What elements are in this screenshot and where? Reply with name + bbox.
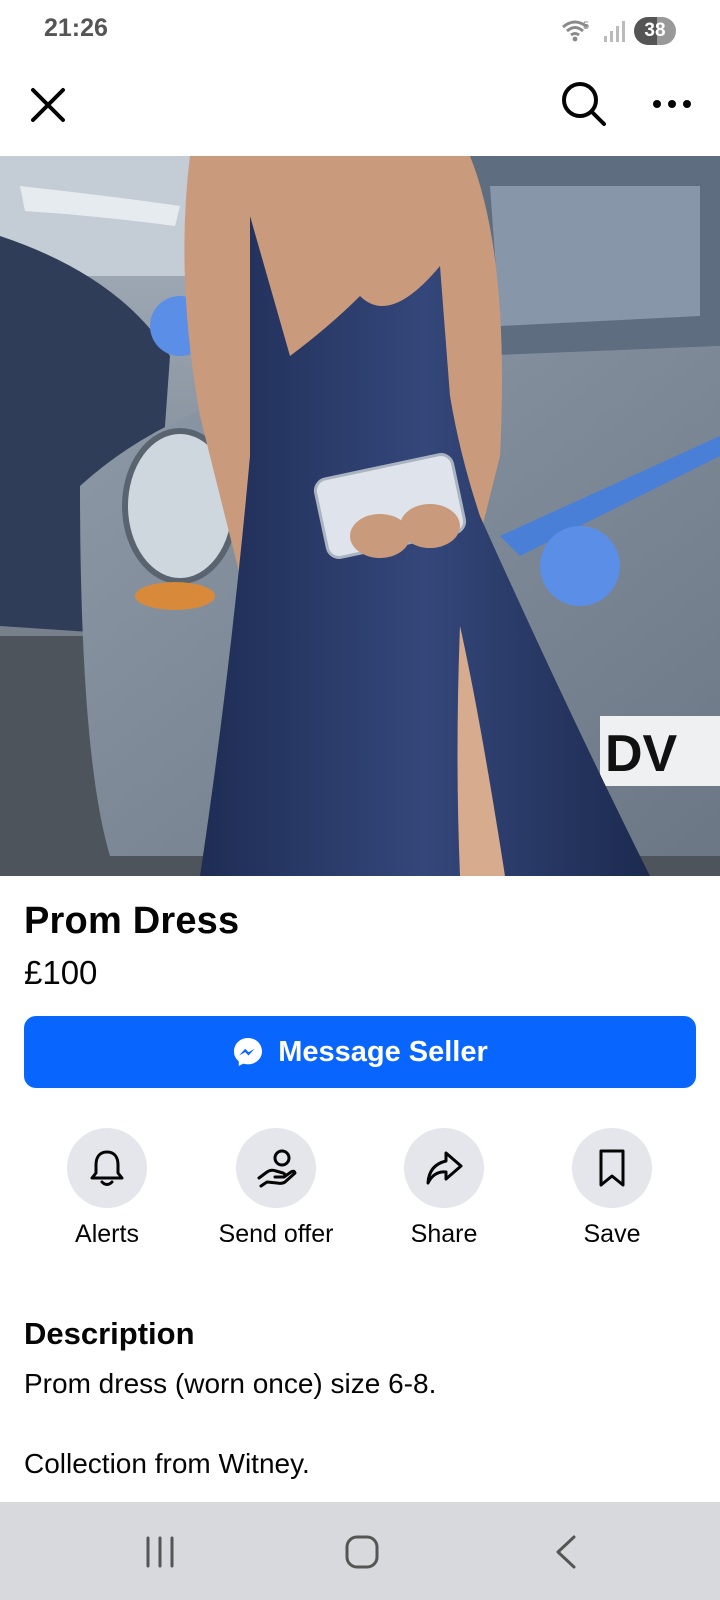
wifi-badge: 5 bbox=[583, 20, 589, 32]
status-bar: 21:26 5 38 bbox=[0, 0, 720, 62]
close-icon bbox=[31, 88, 65, 122]
back-icon bbox=[556, 1535, 576, 1569]
status-time: 21:26 bbox=[44, 14, 108, 42]
share-label: Share bbox=[410, 1220, 478, 1248]
close-button[interactable] bbox=[16, 73, 80, 137]
listing-title: Prom Dress bbox=[24, 900, 240, 942]
message-seller-label: Message Seller bbox=[278, 1035, 488, 1068]
search-icon bbox=[562, 82, 606, 126]
more-horizontal-icon bbox=[653, 100, 691, 108]
save-circle bbox=[572, 1128, 652, 1208]
share-arrow-icon bbox=[426, 1151, 463, 1185]
top-nav bbox=[0, 62, 720, 156]
listing-photo-illustration: DV bbox=[0, 156, 720, 876]
search-button[interactable] bbox=[552, 72, 616, 136]
wifi-icon: 5 bbox=[562, 20, 589, 42]
status-icons: 5 38 bbox=[560, 15, 676, 47]
share-circle bbox=[404, 1128, 484, 1208]
send-offer-button[interactable]: Send offer bbox=[192, 1128, 360, 1249]
battery-indicator: 38 bbox=[634, 17, 676, 45]
alerts-button[interactable]: Alerts bbox=[23, 1128, 191, 1249]
hand-offer-icon bbox=[257, 1149, 297, 1188]
signal-icon bbox=[604, 21, 625, 42]
recents-icon bbox=[146, 1536, 174, 1568]
system-nav-bar bbox=[0, 1502, 720, 1600]
messenger-icon bbox=[234, 1038, 263, 1066]
send-offer-circle bbox=[236, 1128, 316, 1208]
send-offer-label: Send offer bbox=[218, 1220, 334, 1248]
more-options-button[interactable] bbox=[640, 72, 704, 136]
bookmark-icon bbox=[599, 1149, 625, 1187]
action-row: Alerts Send offer Share Save bbox=[0, 1128, 720, 1258]
description-line: Prom dress (worn once) size 6-8. bbox=[24, 1368, 437, 1399]
listing-photo[interactable]: DV bbox=[0, 156, 720, 876]
listing-price: £100 bbox=[24, 954, 98, 991]
save-button[interactable]: Save bbox=[528, 1128, 696, 1249]
alerts-label: Alerts bbox=[75, 1220, 139, 1248]
home-icon bbox=[345, 1535, 379, 1569]
plate-text: DV bbox=[605, 725, 678, 783]
description-heading: Description bbox=[24, 1316, 195, 1351]
recents-button[interactable] bbox=[128, 1524, 192, 1580]
alerts-circle bbox=[67, 1128, 147, 1208]
bell-icon bbox=[90, 1150, 124, 1186]
save-label: Save bbox=[583, 1220, 641, 1248]
description-line: Collection from Witney. bbox=[24, 1448, 310, 1479]
back-button[interactable] bbox=[534, 1524, 598, 1580]
home-button[interactable] bbox=[330, 1524, 394, 1580]
message-seller-button[interactable]: Message Seller bbox=[24, 1016, 696, 1088]
share-button[interactable]: Share bbox=[360, 1128, 528, 1249]
